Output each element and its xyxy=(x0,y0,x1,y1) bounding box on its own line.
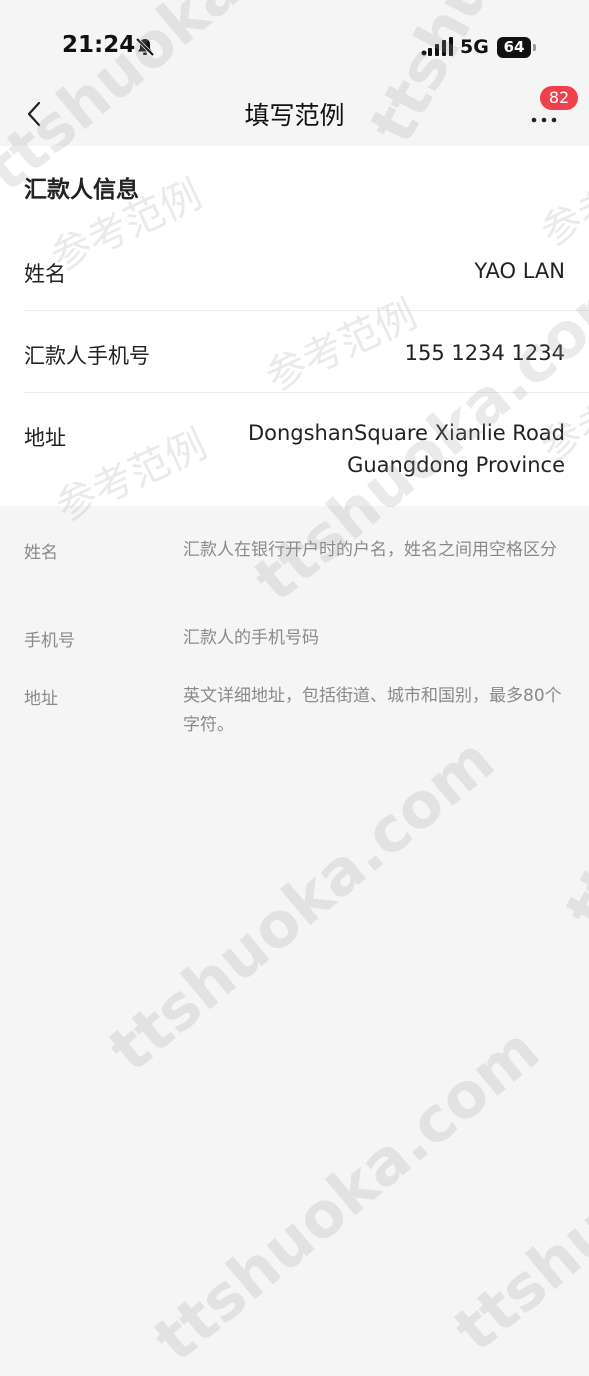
row-label: 地址 xyxy=(24,426,66,450)
note-desc: 汇款人在银行开户时的户名，姓名之间用空格区分 xyxy=(183,540,557,560)
note-term: 手机号 xyxy=(24,631,75,651)
row-label: 姓名 xyxy=(24,262,66,286)
battery-icon: 64 xyxy=(497,37,537,58)
notification-badge: 82 xyxy=(540,86,578,110)
section-title: 汇款人信息 xyxy=(24,177,139,203)
bell-muted-icon xyxy=(135,37,155,57)
row-value: 155 1234 1234 xyxy=(404,341,565,365)
page-title: 填写范例 xyxy=(244,101,345,130)
row-value-line: Guangdong Province xyxy=(347,453,565,477)
remitter-info-card: 汇款人信息 姓名 YAO LAN 汇款人手机号 155 1234 1234 地址… xyxy=(0,146,589,506)
note-term: 姓名 xyxy=(24,543,58,563)
watermark-brand: ttshuoka.com xyxy=(95,722,508,1086)
battery-tip xyxy=(533,44,536,51)
network-type: 5G xyxy=(460,36,489,58)
status-time: 21:24 xyxy=(62,32,136,58)
row-address: 地址 DongshanSquare Xianlie Road Guangdong… xyxy=(0,414,589,494)
row-value: YAO LAN xyxy=(474,259,565,283)
row-name: 姓名 YAO LAN xyxy=(0,250,589,310)
note-desc: 汇款人的手机号码 xyxy=(183,628,319,648)
signal-icon xyxy=(421,37,453,57)
nav-bar: 填写范例 xyxy=(0,86,589,144)
row-label: 汇款人手机号 xyxy=(24,344,150,368)
watermark-brand: ttshuoka.com xyxy=(140,1012,553,1376)
divider xyxy=(24,310,589,311)
row-phone: 汇款人手机号 155 1234 1234 xyxy=(0,332,589,392)
battery-level: 64 xyxy=(497,37,531,58)
divider xyxy=(24,392,589,393)
note-desc: 英文详细地址，包括街道、城市和国别，最多80个字符。 xyxy=(183,686,562,735)
status-bar: 21:24 5G 64 xyxy=(0,0,589,86)
note-term: 地址 xyxy=(24,689,58,709)
row-value-line: DongshanSquare Xianlie Road xyxy=(247,421,565,445)
watermark-brand: ttshuoka.com xyxy=(440,1002,589,1366)
